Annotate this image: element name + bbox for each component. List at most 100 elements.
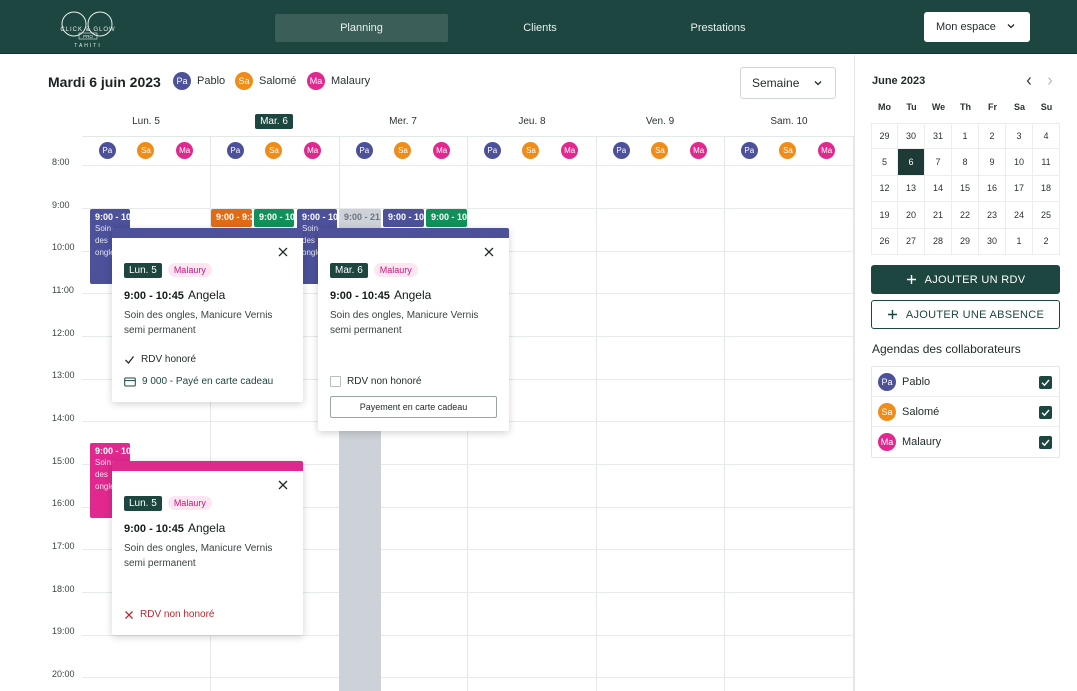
chevron-right-icon[interactable] (1045, 74, 1055, 88)
day-header-sat[interactable]: Sam. 10 (725, 116, 853, 127)
calendar-day[interactable]: 22 (952, 202, 979, 229)
calendar-day[interactable]: 28 (925, 228, 952, 255)
calendar-day[interactable]: 8 (952, 149, 979, 176)
calendar-day[interactable]: 4 (1033, 122, 1060, 149)
calendar-day[interactable]: 17 (1006, 175, 1033, 202)
calendar-day[interactable]: 20 (898, 202, 925, 229)
calendar-day[interactable]: 12 (871, 175, 898, 202)
agenda-item-salome[interactable]: Sa Salomé (872, 397, 1059, 427)
calendar-day[interactable]: 16 (979, 175, 1006, 202)
appointment-block[interactable]: 9:00 - 10:00 (254, 209, 294, 227)
avatar[interactable]: Sa (522, 142, 540, 159)
agenda-item-label: Pablo (902, 375, 931, 388)
day-header-thu[interactable]: Jeu. 8 (468, 116, 596, 127)
day-header-tue[interactable]: Mar. 6 (210, 114, 338, 129)
check-icon (1041, 379, 1050, 387)
avatar[interactable]: Sa (137, 142, 155, 159)
avatar[interactable]: Ma (561, 142, 579, 159)
avatar[interactable]: Pa (226, 142, 244, 159)
calendar-day[interactable]: 7 (925, 149, 952, 176)
agenda-checkbox[interactable] (1039, 436, 1052, 449)
popup-collaborator-tag: Malaury (167, 496, 212, 510)
avatar[interactable]: Pa (355, 142, 373, 159)
avatar[interactable]: Sa (394, 142, 412, 159)
avatar[interactable]: Ma (433, 142, 451, 159)
avatar[interactable]: Sa (779, 142, 797, 159)
close-icon[interactable] (277, 246, 289, 258)
divider (82, 136, 854, 137)
avatar[interactable]: Pa (483, 142, 501, 159)
calendar-day[interactable]: 2 (1033, 228, 1060, 255)
calendar-day[interactable]: 11 (1033, 149, 1060, 176)
calendar-day[interactable]: 14 (925, 175, 952, 202)
pay-gift-card-button[interactable]: Payement en carte cadeau (330, 396, 497, 418)
agenda-checkbox[interactable] (1039, 406, 1052, 419)
tab-planning[interactable]: Planning (275, 14, 448, 42)
day-header-mon[interactable]: Lun. 5 (82, 116, 210, 127)
absence-block[interactable] (339, 430, 381, 691)
day-header-fri[interactable]: Ven. 9 (596, 116, 724, 127)
avatar[interactable]: Ma (176, 142, 194, 159)
legend-pablo: Pa Pablo (173, 72, 225, 90)
avatar[interactable]: Sa (651, 142, 669, 159)
close-icon (125, 610, 133, 619)
add-absence-button[interactable]: AJOUTER UNE ABSENCE (871, 300, 1060, 329)
calendar-day[interactable]: 2 (979, 122, 1006, 149)
check-icon (1041, 409, 1050, 417)
close-icon[interactable] (277, 479, 289, 491)
calendar-day[interactable]: 29 (871, 122, 898, 149)
mini-calendar-week: 26 27 28 29 30 1 2 (871, 228, 1060, 255)
appointment-block[interactable]: 9:00 - 10:00 (383, 209, 424, 227)
tab-prestations[interactable]: Prestations (648, 14, 788, 42)
view-select[interactable]: Semaine (740, 67, 836, 99)
avatar: Ma (307, 72, 325, 90)
checkbox[interactable] (330, 376, 341, 387)
current-date-title: Mardi 6 juin 2023 (48, 74, 161, 90)
calendar-day[interactable]: 31 (925, 122, 952, 149)
add-appointment-button[interactable]: AJOUTER UN RDV (871, 265, 1060, 294)
my-space-dropdown[interactable]: Mon espace (924, 12, 1030, 42)
calendar-day[interactable]: 29 (952, 228, 979, 255)
avatar[interactable]: Pa (612, 142, 630, 159)
calendar-day[interactable]: 18 (1033, 175, 1060, 202)
calendar-day[interactable]: 25 (1033, 202, 1060, 229)
agenda-item-pablo[interactable]: Pa Pablo (872, 367, 1059, 397)
calendar-day[interactable]: 13 (898, 175, 925, 202)
calendar-day[interactable]: 3 (1006, 122, 1033, 149)
chevron-left-icon[interactable] (1024, 74, 1034, 88)
calendar-day[interactable]: 1 (1006, 228, 1033, 255)
weekday-label: Th (960, 102, 971, 112)
avatar[interactable]: Pa (740, 142, 758, 159)
avatar[interactable]: Sa (265, 142, 283, 159)
tab-clients[interactable]: Clients (470, 14, 610, 42)
calendar-day[interactable]: 21 (925, 202, 952, 229)
popup-accent-bar (112, 228, 303, 238)
calendar-day[interactable]: 24 (1006, 202, 1033, 229)
calendar-day[interactable]: 9 (979, 149, 1006, 176)
avatar[interactable]: Pa (98, 142, 116, 159)
calendar-day-selected[interactable]: 6 (898, 149, 925, 176)
appointment-block[interactable]: 9:00 - 10:00 (426, 209, 467, 227)
calendar-day[interactable]: 10 (1006, 149, 1033, 176)
close-icon[interactable] (483, 246, 495, 258)
avatar[interactable]: Ma (304, 142, 322, 159)
avatar[interactable]: Ma (690, 142, 708, 159)
click-and-glow-logo[interactable]: CLICK & GLOW PRO TAHITI (46, 8, 130, 50)
calendar-day[interactable]: 15 (952, 175, 979, 202)
calendar-day[interactable]: 5 (871, 149, 898, 176)
calendar-day[interactable]: 19 (871, 202, 898, 229)
popup-accent-bar (112, 461, 303, 471)
calendar-day[interactable]: 30 (898, 122, 925, 149)
avatar[interactable]: Ma (818, 142, 836, 159)
agenda-item-malaury[interactable]: Ma Malaury (872, 427, 1059, 457)
calendar-day[interactable]: 23 (979, 202, 1006, 229)
agenda-checkbox[interactable] (1039, 376, 1052, 389)
calendar-day[interactable]: 30 (979, 228, 1006, 255)
calendar-day[interactable]: 27 (898, 228, 925, 255)
status-not-honored-checkbox[interactable]: RDV non honoré (330, 376, 422, 387)
hour-label: 16:00 (52, 498, 75, 508)
calendar-day[interactable]: 1 (952, 122, 979, 149)
day-header-wed[interactable]: Mer. 7 (339, 116, 467, 127)
appointment-block[interactable]: 9:00 - 9:30 (211, 209, 252, 227)
calendar-day[interactable]: 26 (871, 228, 898, 255)
